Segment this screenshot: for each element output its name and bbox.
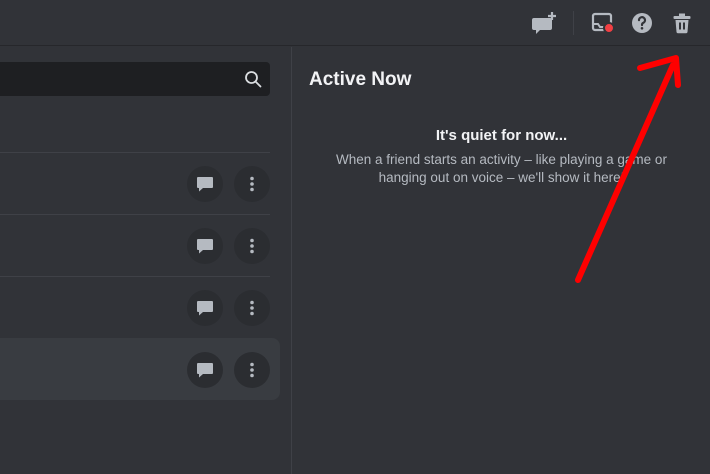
new-group-dm-button[interactable] bbox=[531, 9, 559, 37]
message-button[interactable] bbox=[187, 352, 223, 388]
empty-state-description: When a friend starts an activity – like … bbox=[336, 152, 667, 185]
new-group-dm-icon bbox=[532, 12, 556, 34]
search-icon bbox=[245, 71, 262, 88]
more-icon bbox=[250, 176, 254, 192]
search-bar bbox=[0, 62, 270, 96]
more-button[interactable] bbox=[234, 352, 270, 388]
message-button[interactable] bbox=[187, 166, 223, 202]
message-button[interactable] bbox=[187, 290, 223, 326]
inbox-button[interactable] bbox=[589, 9, 617, 37]
friend-row[interactable] bbox=[0, 152, 270, 214]
message-icon bbox=[197, 301, 213, 316]
help-button[interactable] bbox=[628, 9, 656, 37]
inbox-icon bbox=[591, 12, 615, 34]
more-button[interactable] bbox=[234, 290, 270, 326]
more-icon bbox=[250, 238, 254, 254]
toolbar-divider bbox=[573, 11, 574, 35]
more-icon bbox=[250, 362, 254, 378]
message-icon bbox=[197, 363, 213, 378]
trash-button[interactable] bbox=[668, 9, 696, 37]
trash-icon bbox=[673, 13, 691, 34]
search-input[interactable] bbox=[0, 62, 230, 96]
friend-row-hovered[interactable] bbox=[0, 338, 280, 400]
more-button[interactable] bbox=[234, 228, 270, 264]
empty-state-title: It's quiet for now... bbox=[435, 127, 568, 144]
friends-list-panel bbox=[0, 47, 292, 474]
top-toolbar bbox=[0, 0, 710, 46]
more-button[interactable] bbox=[234, 166, 270, 202]
friend-row[interactable] bbox=[0, 214, 270, 276]
more-icon bbox=[250, 300, 254, 316]
active-now-title: Active Now bbox=[309, 69, 412, 90]
friend-row[interactable] bbox=[0, 276, 270, 338]
active-now-panel: Active Now It's quiet for now... When a … bbox=[293, 47, 710, 474]
help-icon bbox=[632, 13, 652, 33]
message-button[interactable] bbox=[187, 228, 223, 264]
message-icon bbox=[197, 239, 213, 254]
message-icon bbox=[197, 177, 213, 192]
